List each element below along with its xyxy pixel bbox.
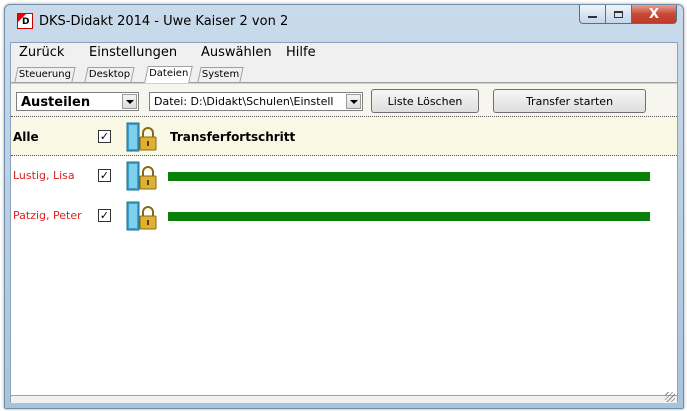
tab-steuerung-label: Steuerung bbox=[18, 69, 71, 80]
app-icon-letter: D bbox=[22, 17, 30, 27]
app-window: D DKS-Didakt 2014 - Uwe Kaiser 2 von 2 X… bbox=[4, 4, 684, 409]
tab-desktop[interactable]: Desktop bbox=[84, 67, 135, 82]
chevron-down-icon[interactable] bbox=[122, 94, 137, 109]
tab-dateien[interactable]: Dateien bbox=[144, 66, 193, 83]
app-logo-icon[interactable]: D bbox=[17, 13, 33, 29]
locked-folder-icon bbox=[126, 161, 157, 191]
tab-dateien-label: Dateien bbox=[149, 68, 189, 79]
locked-folder-icon bbox=[126, 201, 157, 231]
student-checkbox[interactable]: ✓ bbox=[98, 169, 111, 182]
status-bar bbox=[11, 392, 677, 403]
client-area: Zurück Einstellungen Auswählen Hilfe Ste… bbox=[10, 42, 678, 403]
select-all-checkbox[interactable]: ✓ bbox=[98, 130, 111, 143]
tab-steuerung[interactable]: Steuerung bbox=[14, 67, 76, 82]
transfer-progress-fill bbox=[168, 172, 650, 181]
transfer-progress-fill bbox=[168, 212, 650, 221]
minimize-icon bbox=[588, 16, 597, 18]
tab-system[interactable]: System bbox=[197, 67, 244, 82]
file-select-value: Datei: D:\Didakt\Schulen\Einstell bbox=[154, 95, 334, 108]
menu-hilfe[interactable]: Hilfe bbox=[286, 45, 316, 60]
minimize-button[interactable] bbox=[579, 5, 606, 24]
window-controls: X bbox=[579, 5, 677, 27]
tab-strip: Steuerung Desktop Dateien System bbox=[11, 64, 677, 83]
list-header-row: Alle ✓ Transferfortschritt bbox=[11, 116, 677, 156]
student-name: Lustig, Lisa bbox=[13, 169, 75, 182]
start-transfer-button[interactable]: Transfer starten bbox=[493, 89, 646, 113]
table-row[interactable]: Patzig, Peter ✓ bbox=[11, 196, 677, 236]
menu-auswaehlen[interactable]: Auswählen bbox=[201, 45, 272, 60]
file-select[interactable]: Datei: D:\Didakt\Schulen\Einstell bbox=[149, 92, 363, 111]
table-row[interactable]: Lustig, Lisa ✓ bbox=[11, 156, 677, 196]
student-name: Patzig, Peter bbox=[13, 209, 82, 222]
tab-desktop-label: Desktop bbox=[88, 69, 131, 80]
chevron-down-icon[interactable] bbox=[346, 94, 361, 109]
student-checkbox[interactable]: ✓ bbox=[98, 209, 111, 222]
locked-folder-icon bbox=[126, 122, 157, 152]
maximize-icon bbox=[614, 10, 623, 18]
select-all-label: Alle bbox=[13, 130, 39, 144]
maximize-button[interactable] bbox=[606, 5, 632, 24]
toolbar: Austeilen Datei: D:\Didakt\Schulen\Einst… bbox=[11, 83, 677, 117]
window-title: DKS-Didakt 2014 - Uwe Kaiser 2 von 2 bbox=[39, 14, 289, 29]
title-bar[interactable]: D DKS-Didakt 2014 - Uwe Kaiser 2 von 2 X bbox=[5, 5, 683, 42]
transfer-progress-bar bbox=[168, 172, 650, 181]
close-icon: X bbox=[648, 6, 660, 22]
transfer-progress-column-title: Transferfortschritt bbox=[170, 130, 296, 144]
menu-einstellungen[interactable]: Einstellungen bbox=[89, 45, 177, 60]
mode-select[interactable]: Austeilen bbox=[16, 92, 139, 111]
resize-grip-icon[interactable] bbox=[665, 392, 675, 402]
menu-bar: Zurück Einstellungen Auswählen Hilfe bbox=[11, 43, 677, 63]
clear-list-button[interactable]: Liste Löschen bbox=[371, 89, 479, 113]
student-list: Alle ✓ Transferfortschritt Lustig, Lisa … bbox=[11, 116, 677, 395]
close-button[interactable]: X bbox=[632, 5, 677, 24]
mode-select-value: Austeilen bbox=[21, 95, 91, 110]
tab-system-label: System bbox=[201, 69, 240, 80]
transfer-progress-bar bbox=[168, 212, 650, 221]
menu-zurueck[interactable]: Zurück bbox=[19, 45, 64, 60]
